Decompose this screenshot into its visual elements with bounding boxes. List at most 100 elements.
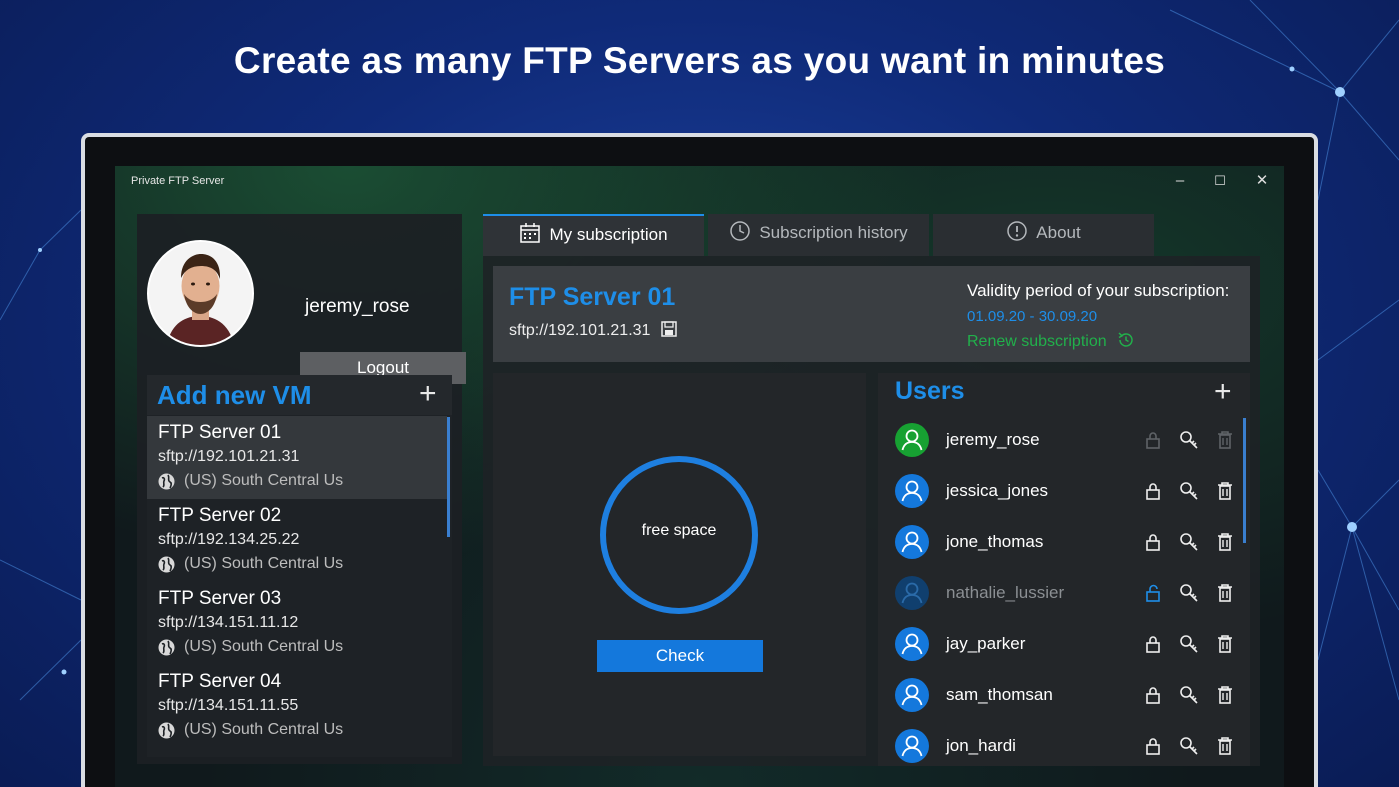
vm-name: FTP Server 02 bbox=[158, 505, 282, 526]
user-row[interactable]: jessica_jones bbox=[878, 469, 1243, 520]
globe-icon bbox=[158, 473, 175, 490]
delete-icon[interactable] bbox=[1214, 735, 1236, 757]
delete-icon[interactable] bbox=[1214, 582, 1236, 604]
user-name: sam_thomsan bbox=[946, 685, 1053, 704]
vm-host: sftp://134.151.11.12 bbox=[158, 614, 299, 631]
user-avatar-icon bbox=[895, 729, 929, 763]
vm-location: (US) South Central Us bbox=[184, 721, 344, 738]
lock-icon[interactable] bbox=[1142, 480, 1164, 502]
vm-name: FTP Server 03 bbox=[158, 588, 282, 609]
server-card: FTP Server 01 sftp://192.101.21.31 Valid… bbox=[493, 266, 1250, 362]
key-icon[interactable] bbox=[1178, 531, 1200, 553]
key-icon[interactable] bbox=[1178, 735, 1200, 757]
tab-label: My subscription bbox=[549, 225, 668, 244]
check-button[interactable]: Check bbox=[597, 640, 763, 672]
add-user-icon[interactable]: + bbox=[1214, 377, 1232, 407]
vm-location: (US) South Central Us bbox=[184, 638, 344, 655]
lock-icon[interactable] bbox=[1142, 684, 1164, 706]
user-row[interactable]: jay_parker bbox=[878, 622, 1243, 673]
maximize-button[interactable]: ☐ bbox=[1207, 171, 1233, 191]
tab-subscription-history[interactable]: Subscription history bbox=[708, 214, 929, 256]
avatar[interactable] bbox=[147, 240, 254, 347]
validity-dates: 01.09.20 - 30.09.20 bbox=[967, 308, 1098, 325]
close-button[interactable]: ✕ bbox=[1249, 171, 1275, 191]
renew-label: Renew subscription bbox=[967, 333, 1107, 350]
app-window: Private FTP Server – ☐ ✕ jeremy_rose Log… bbox=[115, 166, 1284, 787]
vm-host: sftp://192.134.25.22 bbox=[158, 531, 300, 548]
info-icon bbox=[1007, 221, 1028, 241]
vm-list-item[interactable]: FTP Server 01 sftp://192.101.21.31 (US) … bbox=[147, 416, 447, 499]
vm-name: FTP Server 01 bbox=[158, 422, 282, 443]
minimize-button[interactable]: – bbox=[1167, 171, 1193, 191]
user-name: jeremy_rose bbox=[946, 430, 1040, 449]
key-icon[interactable] bbox=[1178, 429, 1200, 451]
delete-icon[interactable] bbox=[1214, 531, 1236, 553]
tab-my-subscription[interactable]: My subscription bbox=[483, 214, 704, 256]
subscription-content: FTP Server 01 sftp://192.101.21.31 Valid… bbox=[483, 256, 1260, 766]
vm-list-header: Add new VM + bbox=[147, 375, 452, 415]
user-row[interactable]: nathalie_lussier bbox=[878, 571, 1243, 622]
users-title: Users bbox=[895, 377, 965, 405]
lock-icon[interactable] bbox=[1142, 531, 1164, 553]
vm-list-scrollbar[interactable] bbox=[447, 417, 450, 537]
tab-label: About bbox=[1036, 223, 1081, 242]
tab-about[interactable]: About bbox=[933, 214, 1154, 256]
user-avatar-icon bbox=[895, 474, 929, 508]
user-name: jone_thomas bbox=[946, 532, 1044, 551]
user-name: jessica_jones bbox=[946, 481, 1049, 500]
validity-label: Validity period of your subscription: bbox=[967, 281, 1230, 300]
title-bar: Private FTP Server – ☐ ✕ bbox=[115, 166, 1284, 196]
globe-icon bbox=[158, 639, 175, 656]
globe-icon bbox=[158, 556, 175, 573]
key-icon[interactable] bbox=[1178, 582, 1200, 604]
user-row[interactable]: jon_hardi bbox=[878, 724, 1243, 766]
key-icon[interactable] bbox=[1178, 633, 1200, 655]
user-name: jon_hardi bbox=[946, 736, 1016, 755]
user-row[interactable]: sam_thomsan bbox=[878, 673, 1243, 724]
globe-icon bbox=[158, 722, 175, 739]
user-row[interactable]: jone_thomas bbox=[878, 520, 1243, 571]
vm-location: (US) South Central Us bbox=[184, 472, 344, 489]
lock-icon[interactable] bbox=[1142, 633, 1164, 655]
user-row[interactable]: jeremy_rose bbox=[878, 418, 1243, 469]
vm-list-item[interactable]: FTP Server 03 sftp://134.151.11.12 (US) … bbox=[147, 582, 447, 665]
renew-subscription-link[interactable]: Renew subscription bbox=[967, 331, 1135, 351]
delete-icon[interactable] bbox=[1214, 480, 1236, 502]
users-scrollbar[interactable] bbox=[1243, 418, 1246, 543]
user-name: jay_parker bbox=[946, 634, 1026, 653]
vm-list-item[interactable]: FTP Server 04 sftp://134.151.11.55 (US) … bbox=[147, 665, 447, 748]
lock-icon[interactable] bbox=[1142, 582, 1164, 604]
vm-list-item[interactable]: FTP Server 02 sftp://192.134.25.22 (US) … bbox=[147, 499, 447, 582]
add-new-vm-title[interactable]: Add new VM bbox=[157, 380, 312, 411]
headline: Create as many FTP Servers as you want i… bbox=[233, 40, 1166, 81]
profile-username: jeremy_rose bbox=[305, 296, 410, 317]
key-icon[interactable] bbox=[1178, 684, 1200, 706]
user-name: nathalie_lussier bbox=[946, 583, 1065, 602]
vm-list-panel: Add new VM + FTP Server 01 sftp://192.10… bbox=[147, 375, 452, 757]
vm-host: sftp://192.101.21.31 bbox=[158, 448, 300, 465]
clock-icon bbox=[730, 221, 751, 241]
user-avatar-icon bbox=[895, 525, 929, 559]
key-icon[interactable] bbox=[1178, 480, 1200, 502]
delete-icon[interactable] bbox=[1214, 684, 1236, 706]
delete-icon[interactable] bbox=[1214, 429, 1236, 451]
server-host-text: sftp://192.101.21.31 bbox=[509, 322, 651, 339]
lock-icon[interactable] bbox=[1142, 735, 1164, 757]
server-title: FTP Server 01 bbox=[509, 283, 676, 311]
renew-icon bbox=[1118, 332, 1133, 347]
server-host: sftp://192.101.21.31 bbox=[509, 321, 677, 340]
lock-icon[interactable] bbox=[1142, 429, 1164, 451]
user-avatar-icon bbox=[895, 576, 929, 610]
users-panel: Users + jeremy_rose jessica_jones jone_tho… bbox=[878, 373, 1250, 766]
app-title: Private FTP Server bbox=[131, 175, 225, 187]
vm-location: (US) South Central Us bbox=[184, 555, 344, 572]
calendar-icon bbox=[520, 223, 541, 243]
save-icon[interactable] bbox=[661, 321, 677, 337]
plus-icon[interactable]: + bbox=[419, 379, 437, 409]
user-photo-icon bbox=[149, 242, 252, 345]
vm-host: sftp://134.151.11.55 bbox=[158, 697, 299, 714]
tab-label: Subscription history bbox=[759, 223, 908, 242]
delete-icon[interactable] bbox=[1214, 633, 1236, 655]
user-avatar-icon bbox=[895, 678, 929, 712]
free-space-panel: free space Check bbox=[493, 373, 866, 756]
